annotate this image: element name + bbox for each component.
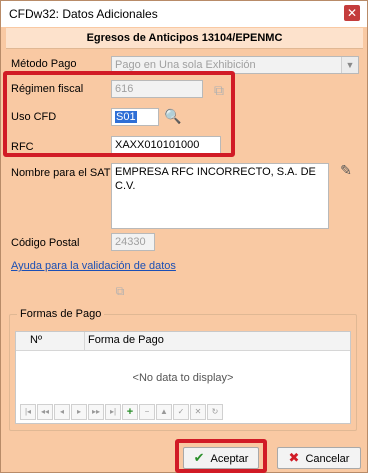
metodo-pago-label: Método Pago <box>11 58 77 70</box>
nav-refresh-button[interactable]: ↻ <box>207 404 223 420</box>
edit-icon[interactable]: ✎ <box>337 161 355 179</box>
dialog-window: CFDw32: Datos Adicionales ✕ Egresos de A… <box>0 0 368 473</box>
nav-prev-page-button[interactable]: ◂◂ <box>37 404 53 420</box>
nombre-sat-label: Nombre para el SAT <box>11 167 111 179</box>
close-button[interactable]: ✕ <box>344 5 360 21</box>
formas-pago-title: Formas de Pago <box>17 308 105 320</box>
cancel-icon: ✖ <box>288 450 300 465</box>
column-header-no[interactable]: Nº <box>30 334 42 346</box>
nav-post-button[interactable]: ✓ <box>173 404 189 420</box>
codigo-postal-field: 24330 <box>111 233 155 251</box>
help-icon: ⧉ <box>115 284 125 298</box>
nav-next-page-button[interactable]: ▸▸ <box>88 404 104 420</box>
nav-next-button[interactable]: ▸ <box>71 404 87 420</box>
title-bar[interactable]: CFDw32: Datos Adicionales ✕ <box>1 1 367 27</box>
highlight-fiscal-fields <box>3 71 235 157</box>
cancel-button[interactable]: ✖ Cancelar <box>277 447 361 469</box>
formas-pago-grid[interactable]: Nº Forma de Pago <No data to display> |◂… <box>15 331 351 424</box>
grid-navigator: |◂ ◂◂ ◂ ▸ ▸▸ ▸| + − ▲ ✓ ✕ ↻ <box>20 404 223 420</box>
column-divider <box>84 332 85 350</box>
empty-grid-text: <No data to display> <box>132 372 234 384</box>
nav-cancel-button[interactable]: ✕ <box>190 404 206 420</box>
nav-prev-button[interactable]: ◂ <box>54 404 70 420</box>
document-header: Egresos de Anticipos 13104/EPENMC <box>6 28 363 49</box>
window-title: CFDw32: Datos Adicionales <box>9 7 158 21</box>
column-header-forma-pago[interactable]: Forma de Pago <box>88 334 164 346</box>
nombre-sat-field[interactable]: EMPRESA RFC INCORRECTO, S.A. DE C.V. <box>111 163 329 229</box>
nav-edit-button[interactable]: ▲ <box>156 404 172 420</box>
help-link[interactable]: Ayuda para la validación de datos <box>11 260 176 272</box>
nav-add-button[interactable]: + <box>122 404 138 420</box>
metodo-pago-value: Pago en Una sola Exhibición <box>115 59 256 71</box>
grid-header: Nº Forma de Pago <box>16 332 350 351</box>
nav-last-button[interactable]: ▸| <box>105 404 121 420</box>
codigo-postal-label: Código Postal <box>11 237 80 249</box>
nav-delete-button[interactable]: − <box>139 404 155 420</box>
chevron-down-icon[interactable]: ▼ <box>341 57 358 73</box>
cancel-label: Cancelar <box>305 453 350 465</box>
highlight-accept-button <box>175 439 267 473</box>
nav-first-button[interactable]: |◂ <box>20 404 36 420</box>
